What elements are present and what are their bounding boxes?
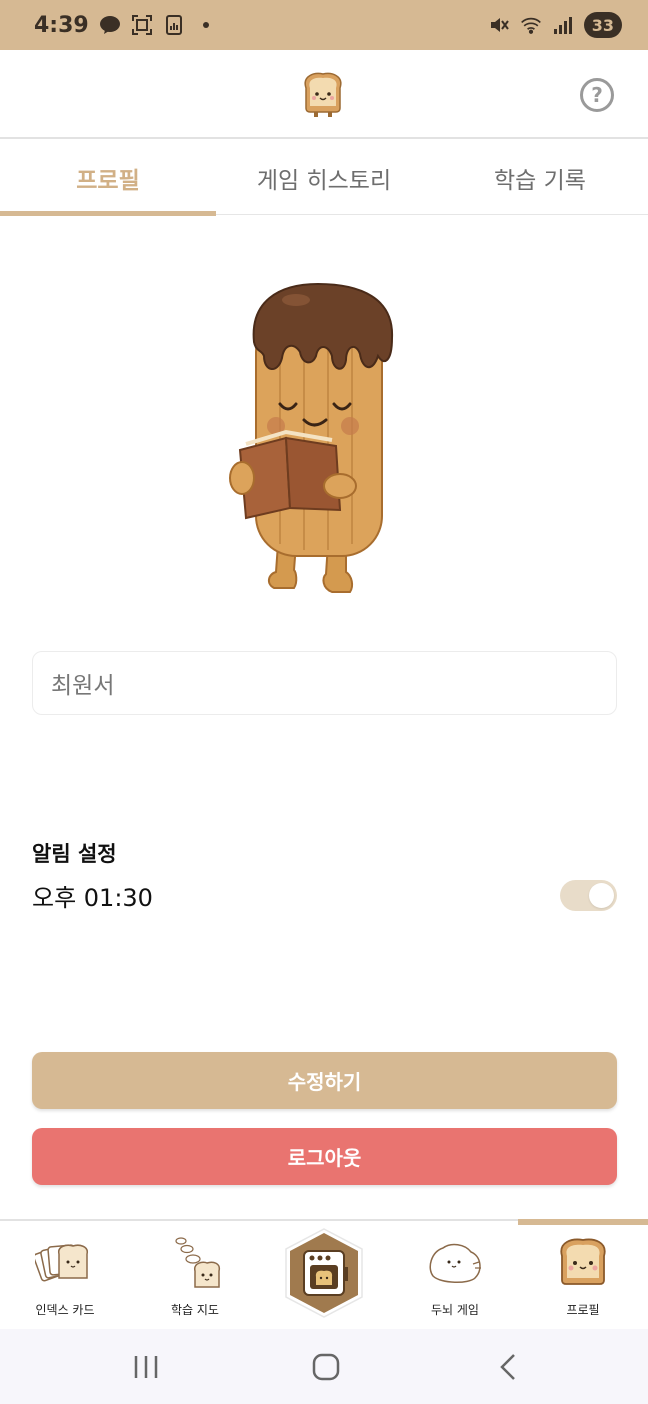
recent-apps-icon[interactable] bbox=[126, 1349, 166, 1385]
toaster-oven-icon bbox=[282, 1227, 366, 1323]
notification-settings-title: 알림 설정 bbox=[32, 842, 117, 866]
bread-cards-icon bbox=[35, 1233, 95, 1293]
help-button[interactable]: ? bbox=[580, 78, 614, 112]
nav-item-toaster[interactable] bbox=[282, 1227, 366, 1319]
notification-toggle[interactable] bbox=[560, 880, 617, 911]
kakaotalk-icon bbox=[99, 14, 121, 36]
signal-icon bbox=[552, 14, 574, 36]
toggle-knob bbox=[589, 883, 614, 908]
dot-icon bbox=[195, 14, 217, 36]
tab-game-history[interactable]: 게임 히스토리 bbox=[216, 141, 432, 215]
back-icon[interactable] bbox=[488, 1349, 528, 1385]
nav-item-study-map[interactable]: 학습 지도 bbox=[130, 1233, 260, 1325]
wifi-icon bbox=[520, 14, 542, 36]
nav-label-brain-game: 두뇌 게임 bbox=[431, 1303, 479, 1317]
toast-profile-icon bbox=[553, 1233, 613, 1293]
nav-item-profile[interactable]: 프로필 bbox=[518, 1233, 648, 1325]
bottom-navigation: 인덱스 카드 학습 지도 두뇌 게임 프로필 bbox=[0, 1219, 648, 1329]
brain-dough-icon bbox=[425, 1233, 485, 1293]
name-field[interactable]: 최원서 bbox=[32, 651, 617, 715]
nav-label-index-cards: 인덱스 카드 bbox=[35, 1303, 95, 1317]
nav-item-index-cards[interactable]: 인덱스 카드 bbox=[0, 1233, 130, 1325]
status-time: 4:39 bbox=[34, 12, 89, 38]
active-tab-indicator bbox=[518, 1219, 648, 1225]
churro-reading-book-icon bbox=[228, 282, 408, 602]
tab-profile[interactable]: 프로필 bbox=[0, 141, 216, 216]
nav-label-profile: 프로필 bbox=[566, 1303, 600, 1317]
tab-study-record[interactable]: 학습 기록 bbox=[432, 141, 648, 215]
nav-label-study-map: 학습 지도 bbox=[171, 1303, 219, 1317]
chart-app-icon bbox=[163, 14, 185, 36]
app-header: ? bbox=[0, 50, 648, 139]
nav-item-brain-game[interactable]: 두뇌 게임 bbox=[390, 1233, 520, 1325]
notification-time[interactable]: 오후 01:30 bbox=[32, 878, 153, 913]
screenshot-icon bbox=[131, 14, 153, 36]
logout-button[interactable]: 로그아웃 bbox=[32, 1128, 617, 1185]
mute-icon bbox=[488, 14, 510, 36]
home-icon[interactable] bbox=[306, 1349, 346, 1385]
bread-map-icon bbox=[165, 1233, 225, 1293]
status-bar: 4:39 33 bbox=[0, 0, 648, 50]
toast-logo-icon bbox=[300, 70, 346, 118]
edit-button[interactable]: 수정하기 bbox=[32, 1052, 617, 1109]
battery-indicator: 33 bbox=[583, 12, 622, 38]
tab-bar: 프로필 게임 히스토리 학습 기록 bbox=[0, 141, 648, 216]
system-navigation-bar bbox=[0, 1329, 648, 1404]
